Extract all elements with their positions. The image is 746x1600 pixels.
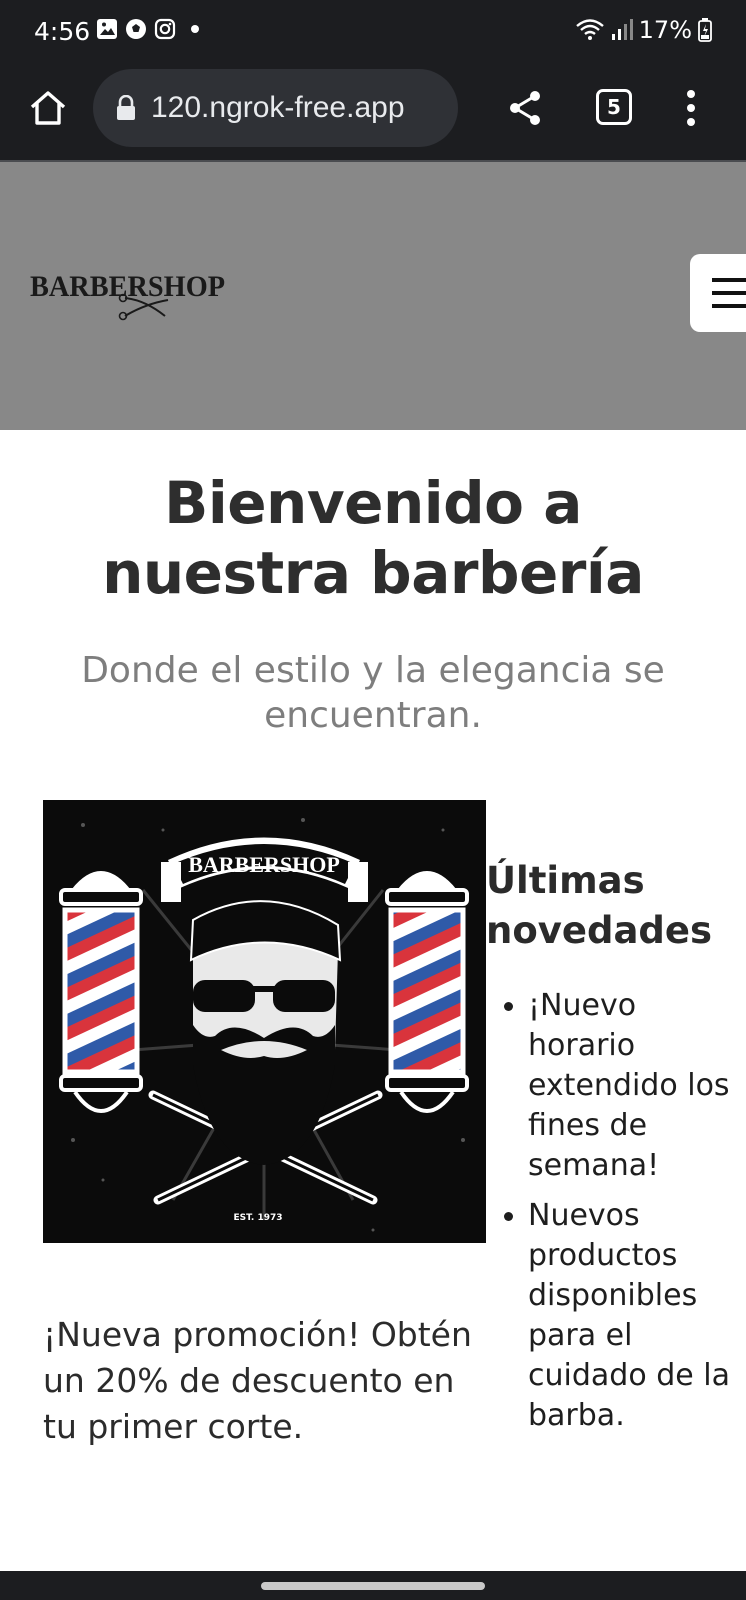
- news-item: ¡Nuevo horario extendido los fines de se…: [504, 986, 746, 1186]
- hamburger-bar: [712, 278, 746, 282]
- battery-icon: [698, 18, 712, 42]
- gesture-handle[interactable]: [261, 1582, 485, 1590]
- hamburger-bar: [712, 304, 746, 308]
- share-icon[interactable]: [506, 88, 544, 128]
- barbershop-illustration: BARBERSHOP EST. 1973: [43, 800, 486, 1243]
- lock-icon: [117, 95, 135, 120]
- system-icons: 17%: [575, 16, 712, 44]
- barber-pole-left: [59, 871, 143, 1113]
- battery-percent: 17%: [638, 16, 692, 44]
- site-header: BARBERSHOP: [0, 162, 746, 430]
- browser-toolbar: 120.ngrok-free.app 5: [0, 62, 746, 160]
- url-text: 120.ngrok-free.app: [151, 91, 405, 124]
- image-icon: [97, 19, 117, 39]
- promo-text: ¡Nueva promoción! Obtén un 20% de descue…: [43, 1315, 472, 1446]
- status-time: 4:56: [34, 17, 91, 46]
- wifi-icon: [575, 19, 604, 40]
- banner-text: BARBERSHOP: [188, 852, 340, 877]
- hamburger-bar: [712, 291, 746, 295]
- more-notifications-dot: [191, 25, 199, 33]
- hero-title: Bienvenido a nuestra barbería: [102, 469, 644, 607]
- notification-icons: [96, 18, 199, 40]
- home-icon[interactable]: [26, 86, 70, 130]
- barbershop-logo[interactable]: BARBERSHOP: [30, 260, 230, 330]
- soccer-ball-icon: [126, 19, 146, 39]
- news-item: Nuevos productos disponibles para el cui…: [504, 1196, 746, 1436]
- menu-toggle-button[interactable]: [690, 254, 746, 332]
- instagram-icon: [154, 18, 176, 40]
- address-bar[interactable]: 120.ngrok-free.app: [93, 69, 458, 147]
- signal-icon: [611, 19, 633, 40]
- promo-image: BARBERSHOP EST. 1973: [43, 800, 486, 1243]
- barber-pole-right: [385, 871, 469, 1113]
- more-vert-icon[interactable]: [682, 88, 700, 128]
- hero-subtitle: Donde el estilo y la elegancia se encuen…: [81, 650, 665, 736]
- status-bar: 4:56 17%: [0, 0, 746, 62]
- news-title: Últimas novedades: [486, 859, 713, 952]
- est-text: EST. 1973: [233, 1213, 282, 1223]
- system-navigation-bar: [0, 1571, 746, 1600]
- tab-switcher-button[interactable]: 5: [596, 89, 632, 125]
- news-list: ¡Nuevo horario extendido los fines de se…: [504, 986, 746, 1446]
